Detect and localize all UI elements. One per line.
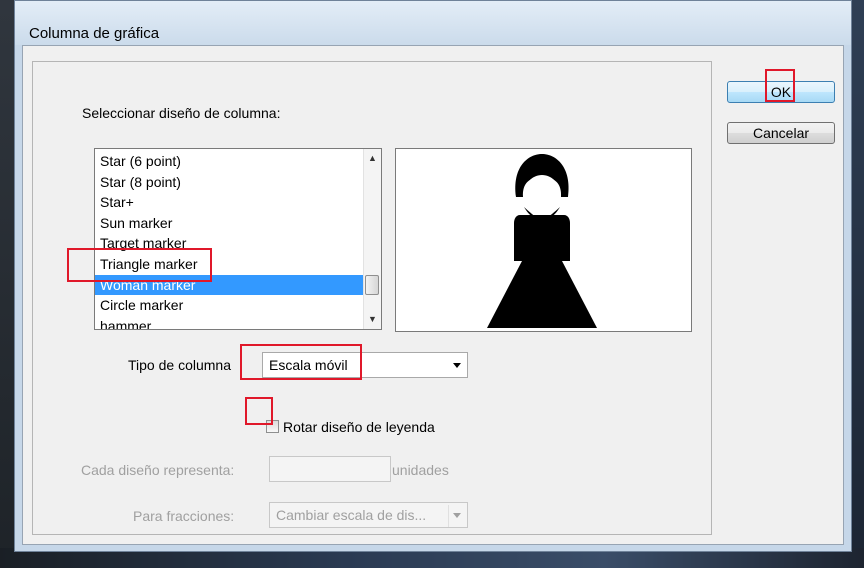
scroll-down-arrow-icon[interactable]: ▼ xyxy=(364,311,381,328)
design-list-item[interactable]: Triangle marker xyxy=(95,254,363,275)
scroll-up-arrow-icon[interactable]: ▲ xyxy=(364,150,381,167)
dialog-client-area: Seleccionar diseño de columna: Star (6 p… xyxy=(22,45,844,545)
design-list-label: Seleccionar diseño de columna: xyxy=(82,105,281,121)
chevron-down-icon xyxy=(453,363,461,368)
fractions-label: Para fracciones: xyxy=(133,508,235,524)
dialog-titlebar[interactable]: Columna de gráfica xyxy=(15,1,851,45)
rotate-legend-label[interactable]: Rotar diseño de leyenda xyxy=(283,419,435,435)
desktop-background-left xyxy=(0,0,14,568)
design-list-items: Star (6 point) Star (8 point) Star+ Sun mar… xyxy=(95,151,363,329)
dropdown-divider xyxy=(448,505,449,527)
rotate-legend-checkbox[interactable] xyxy=(266,420,279,433)
design-list-item[interactable]: Star+ xyxy=(95,192,363,213)
design-preview-panel xyxy=(395,148,692,332)
units-suffix-label: unidades xyxy=(392,462,449,478)
units-label: Cada diseño representa: xyxy=(81,462,235,478)
design-list-item[interactable]: Target marker xyxy=(95,233,363,254)
cancel-button[interactable]: Cancelar xyxy=(727,122,835,144)
column-type-value: Escala móvil xyxy=(269,357,348,373)
column-type-label: Tipo de columna xyxy=(128,357,231,373)
listbox-scrollbar[interactable]: ▲ ▼ xyxy=(363,149,381,329)
design-list-item[interactable]: Star (6 point) xyxy=(95,151,363,172)
chevron-down-icon xyxy=(453,513,461,518)
column-graph-dialog: Columna de gráfica Seleccionar diseño de… xyxy=(14,0,852,552)
units-input[interactable] xyxy=(269,456,391,482)
design-list-item[interactable]: Sun marker xyxy=(95,213,363,234)
fractions-value: Cambiar escala de dis... xyxy=(276,507,427,523)
options-group-box: Seleccionar diseño de columna: Star (6 p… xyxy=(32,61,712,535)
design-list-item[interactable]: Woman marker xyxy=(95,274,363,296)
design-list-item[interactable]: hammer xyxy=(95,316,363,329)
column-type-dropdown[interactable]: Escala móvil xyxy=(262,352,468,378)
fractions-dropdown[interactable]: Cambiar escala de dis... xyxy=(269,502,468,528)
scrollbar-thumb[interactable] xyxy=(365,275,379,295)
design-list-item[interactable]: Star (8 point) xyxy=(95,172,363,193)
dialog-title: Columna de gráfica xyxy=(29,25,160,42)
woman-marker-icon xyxy=(487,154,597,328)
design-list-item[interactable]: Circle marker xyxy=(95,295,363,316)
desktop-background-right xyxy=(852,0,864,568)
column-design-listbox[interactable]: Star (6 point) Star (8 point) Star+ Sun mar… xyxy=(94,148,382,330)
ok-button[interactable]: OK xyxy=(727,81,835,103)
